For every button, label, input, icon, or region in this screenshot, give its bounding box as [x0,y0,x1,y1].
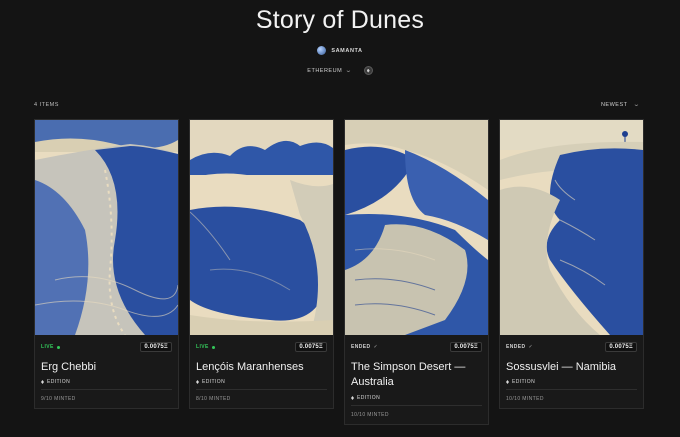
status-badge: LIVE [196,344,215,350]
price-tag: 0.0075Ξ [295,342,327,352]
price-tag: 0.0075Ξ [450,342,482,352]
creator-link[interactable]: SAMANTA [0,46,680,55]
check-icon: ✓ [528,344,534,350]
status-badge: ENDED ✓ [506,344,534,350]
minted-count: 10/10 MINTED [506,396,544,402]
token-name[interactable]: Sossusvlei — Namibia [506,360,637,375]
minted-count: 8/10 MINTED [196,396,231,402]
edition-icon [506,380,509,384]
live-dot-icon [211,345,215,349]
minted-count: 9/10 MINTED [41,396,76,402]
chevron-down-icon: ⌄ [633,102,642,108]
token-artwork-simpson-desert[interactable] [345,120,488,335]
minted-count: 10/10 MINTED [351,412,389,418]
live-dot-icon [56,345,60,349]
chain-bar: ETHEREUM ⌄ [0,66,680,75]
token-name[interactable]: The Simpson Desert — Australia [351,360,482,390]
page-title: Story of Dunes [255,6,425,34]
chain-select[interactable]: ETHEREUM ⌄ [307,67,353,75]
token-artwork-sossusvlei[interactable] [500,120,643,335]
edition-icon [196,380,199,384]
token-artwork-erg-chebbi[interactable] [35,120,178,335]
edition-icon [351,396,354,400]
edition-label: EDITION [506,379,535,385]
token-card[interactable]: LIVE 0.0075Ξ Erg Chebbi EDITION 9/10 MIN… [34,119,179,409]
divider [196,389,327,390]
price-tag: 0.0075Ξ [140,342,172,352]
ethereum-icon[interactable] [363,66,373,75]
chevron-down-icon: ⌄ [345,68,353,74]
sort-dropdown[interactable]: NEWEST ⌄ [600,101,642,109]
edition-icon [41,380,44,384]
avatar [317,46,327,55]
item-count: 4 ITEMS [34,101,59,108]
sort-label: NEWEST [600,101,628,108]
creator-name: SAMANTA [331,47,363,54]
token-name[interactable]: Erg Chebbi [41,360,172,375]
edition-label: EDITION [41,379,70,385]
status-badge: LIVE [41,344,60,350]
status-badge: ENDED ✓ [351,344,379,350]
list-toolbar: 4 ITEMS NEWEST ⌄ [34,101,642,109]
edition-label: EDITION [196,379,225,385]
token-card[interactable]: ENDED ✓ 0.0075Ξ The Simpson Desert — Aust… [344,119,489,425]
divider [506,389,637,390]
chain-select-label: ETHEREUM [307,67,343,74]
edition-label: EDITION [351,395,380,401]
divider [41,389,172,390]
token-artwork-lencois-maranhenses[interactable] [190,120,333,335]
check-icon: ✓ [373,344,379,350]
token-name[interactable]: Lençóis Maranhenses [196,360,327,375]
token-card[interactable]: LIVE 0.0075Ξ Lençóis Maranhenses EDITION… [189,119,334,409]
divider [351,405,482,406]
price-tag: 0.0075Ξ [605,342,637,352]
token-card[interactable]: ENDED ✓ 0.0075Ξ Sossusvlei — Namibia EDIT… [499,119,644,409]
